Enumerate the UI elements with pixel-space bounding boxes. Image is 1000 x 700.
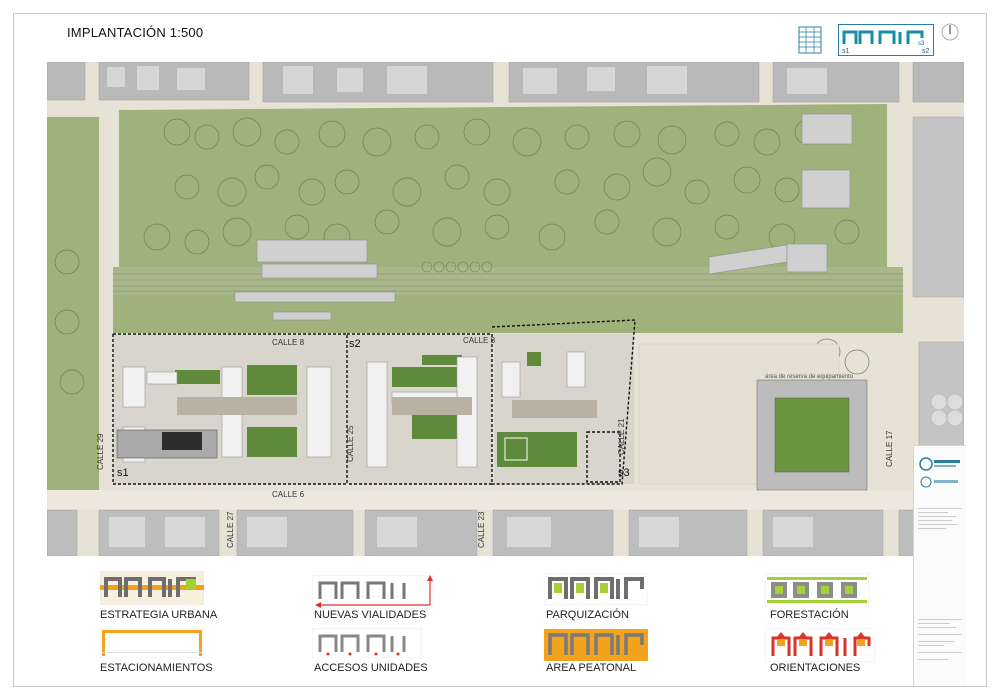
header-plan-label-s2: s2 [922,48,930,55]
street-label-calle-17: CALLE 17 [885,430,894,467]
sector-label-s1: s1 [117,467,129,479]
street-label-calle-25: CALLE 25 [346,425,355,462]
legend-diagram-area-peatonal [544,629,648,661]
procrear-logo [918,454,962,492]
legend-diagram-forestacion [764,572,870,608]
street-label-calle-27: CALLE 27 [226,511,235,548]
street-label-calle-23: CALLE 23 [477,511,486,548]
street-label-calle-21: CALLE 21 [617,418,626,455]
legend-label-nuevas-vialidades: NUEVAS VIALIDADES [314,609,427,621]
legend-diagram-parquizacion [543,572,649,606]
sheet-title: IMPLANTACIÓN 1:500 [67,25,204,40]
legend-label-forestacion: FORESTACIÓN [770,609,849,621]
sector-label-s2: s2 [349,338,361,350]
legend-diagram-estrategia-urbana [99,570,205,606]
street-label-calle-29: CALLE 29 [96,433,105,470]
street-label-calle-8-a: CALLE 8 [272,338,305,347]
reserve-area-label: área de reserva de equipamiento [765,374,854,380]
legend-diagram-estacionamientos [99,627,205,659]
legend-diagram-accesos-unidades [311,627,423,659]
legend-label-area-peatonal: AREA PEATONAL [546,662,637,674]
street-label-calle-8-b: CALLE 8 [463,336,496,345]
street-label-calle-6: CALLE 6 [272,490,305,499]
building-grid-icon [798,26,822,54]
left-park-strip [47,117,99,492]
legend-label-orientaciones: ORIENTACIONES [770,662,861,674]
legend-diagram-orientaciones [764,627,876,663]
title-block-sidebar [913,445,966,686]
housing-sectors [113,334,634,484]
legend-label-estrategia-urbana: ESTRATEGIA URBANA [100,609,218,621]
legend-label-parquizacion: PARQUIZACIÓN [546,609,629,621]
legend-label-estacionamientos: ESTACIONAMIENTOS [100,662,213,674]
north-arrow-icon [940,22,960,42]
legend-diagram-nuevas-vialidades [311,574,435,610]
legend-label-accesos-unidades: ACCESOS UNIDADES [314,662,428,674]
sector-label-s3: s3 [618,467,630,479]
header-plan-label-s3: s3 [918,41,925,47]
sector-plan-icon: s1 s3 s2 [838,24,934,56]
site-plan: área de reserva de equipamiento CALLE 8 … [47,62,964,556]
header-plan-label-s1: s1 [842,48,850,55]
